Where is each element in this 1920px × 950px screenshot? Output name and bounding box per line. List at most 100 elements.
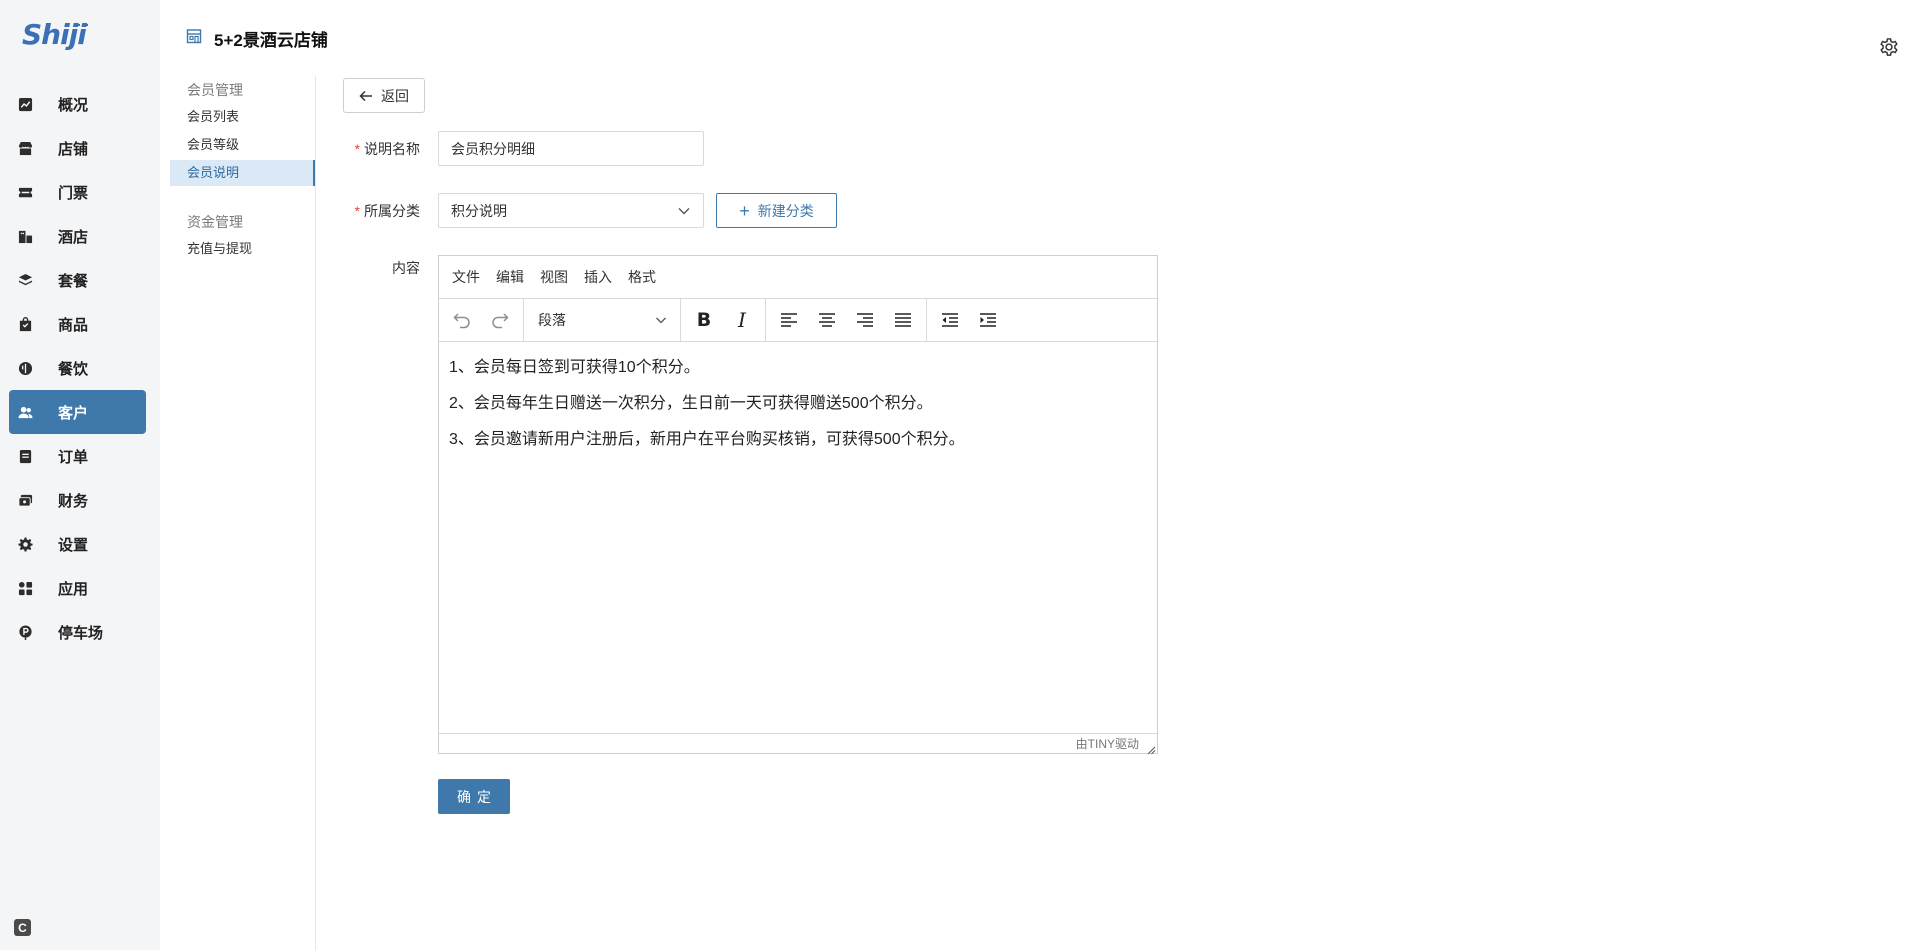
required-marker: * <box>354 203 360 219</box>
sidebar-item-label: 应用 <box>58 580 89 598</box>
submenu-group-funds: 资金管理 <box>187 214 243 230</box>
chevron-down-icon <box>656 317 666 324</box>
sidebar-item-orders[interactable]: 订单 <box>0 434 160 478</box>
app-root: Shiji 概况 店铺 门票 酒店 套餐 商品 餐饮 客户 订单 财务 设置 应… <box>0 0 1920 950</box>
align-left-button[interactable] <box>770 303 808 337</box>
content-paragraph: 1、会员每日签到可获得10个积分。 <box>449 359 700 376</box>
align-justify-button[interactable] <box>884 303 922 337</box>
submenu-item-recharge[interactable]: 充值与提现 <box>160 236 315 262</box>
sidebar-item-label: 门票 <box>58 184 89 202</box>
italic-icon: I <box>738 308 746 332</box>
back-button-label: 返回 <box>381 87 409 104</box>
align-justify-icon <box>895 313 911 327</box>
sidebar-item-label: 店铺 <box>58 140 89 158</box>
category-label-text: 所属分类 <box>364 203 420 219</box>
submenu-spacer <box>160 188 315 208</box>
back-button[interactable]: 返回 <box>343 78 425 113</box>
sidebar-item-label: 套餐 <box>58 272 89 290</box>
users-icon <box>16 403 34 421</box>
undo-button[interactable] <box>443 303 481 337</box>
outdent-button[interactable] <box>931 303 969 337</box>
submenu-group-member: 会员管理 <box>187 82 243 98</box>
sidebar-item-label: 概况 <box>58 96 89 114</box>
submenu-item-member-list[interactable]: 会员列表 <box>160 104 315 130</box>
sidebar-item-apps[interactable]: 应用 <box>0 566 160 610</box>
align-center-button[interactable] <box>808 303 846 337</box>
menu-edit[interactable]: 编辑 <box>488 267 532 287</box>
ticket-icon <box>16 183 34 201</box>
sidebar-item-label: 订单 <box>58 448 89 466</box>
sidebar-item-label: 客户 <box>58 404 89 422</box>
gear-icon <box>16 535 34 553</box>
menu-view[interactable]: 视图 <box>532 267 576 287</box>
redo-button[interactable] <box>481 303 519 337</box>
logo-text: Shiji <box>22 18 87 51</box>
menu-format[interactable]: 格式 <box>620 267 664 287</box>
sidebar-item-packages[interactable]: 套餐 <box>0 258 160 302</box>
plus-icon: + <box>739 200 750 221</box>
wallet-icon <box>16 491 34 509</box>
sidebar-item-label: 财务 <box>58 492 89 510</box>
history-group <box>439 298 524 342</box>
description-name-input[interactable] <box>438 131 704 166</box>
submenu-item-member-description[interactable]: 会员说明 <box>170 160 315 186</box>
indent-icon <box>980 313 996 327</box>
settings-gear-icon[interactable] <box>1878 36 1900 58</box>
sidebar-item-customers[interactable]: 客户 <box>9 390 146 434</box>
category-select-value: 积分说明 <box>451 202 507 219</box>
sidebar-item-products[interactable]: 商品 <box>0 302 160 346</box>
sidebar-item-hotel[interactable]: 酒店 <box>0 214 160 258</box>
shiji-logo[interactable]: Shiji <box>22 18 88 52</box>
required-marker: * <box>354 141 360 157</box>
collapse-badge[interactable]: C <box>14 919 31 936</box>
editor-menubar: 文件 编辑 视图 插入 格式 <box>439 256 1157 299</box>
sidebar-item-finance[interactable]: 财务 <box>0 478 160 522</box>
sidebar-item-settings[interactable]: 设置 <box>0 522 160 566</box>
chart-icon <box>16 95 34 113</box>
block-format-select[interactable]: 段落 <box>528 303 676 337</box>
align-right-icon <box>857 313 873 327</box>
parking-icon <box>16 623 34 641</box>
main-sidebar: Shiji 概况 店铺 门票 酒店 套餐 商品 餐饮 客户 订单 财务 设置 应… <box>0 0 160 950</box>
bold-button[interactable]: B <box>685 303 723 337</box>
italic-button[interactable]: I <box>723 303 761 337</box>
category-field-label: * 所属分类 <box>300 201 420 221</box>
resize-handle-icon[interactable] <box>1146 742 1156 755</box>
bag-icon <box>16 315 34 333</box>
chevron-down-icon <box>678 207 690 214</box>
outdent-icon <box>942 313 958 327</box>
name-field-label: * 说明名称 <box>300 139 420 159</box>
sidebar-item-store[interactable]: 店铺 <box>0 126 160 170</box>
hotel-icon <box>16 227 34 245</box>
dining-icon <box>16 359 34 377</box>
powered-by-tiny-link[interactable]: 由TINY驱动 <box>1076 735 1139 752</box>
page-header: 5+2景酒云店铺 <box>186 26 328 51</box>
sub-navigation: 会员管理 会员列表 会员等级 会员说明 资金管理 充值与提现 <box>160 76 316 950</box>
align-right-button[interactable] <box>846 303 884 337</box>
content-paragraph: 2、会员每年生日赠送一次积分，生日前一天可获得赠送500个积分。 <box>449 395 933 412</box>
arrow-left-icon <box>359 90 372 101</box>
editor-statusbar: 由TINY驱动 <box>439 733 1157 753</box>
main-nav: 概况 店铺 门票 酒店 套餐 商品 餐饮 客户 订单 财务 设置 应用 停车场 <box>0 82 160 654</box>
sidebar-item-tickets[interactable]: 门票 <box>0 170 160 214</box>
block-format-group: 段落 <box>524 298 681 342</box>
sidebar-item-label: 设置 <box>58 536 89 554</box>
page-title: 5+2景酒云店铺 <box>214 31 328 50</box>
sidebar-item-overview[interactable]: 概况 <box>0 82 160 126</box>
menu-file[interactable]: 文件 <box>444 267 488 287</box>
sidebar-item-parking[interactable]: 停车场 <box>0 610 160 654</box>
sidebar-item-dining[interactable]: 餐饮 <box>0 346 160 390</box>
bold-icon: B <box>696 309 712 331</box>
alignment-group <box>766 298 927 342</box>
sidebar-item-label: 商品 <box>58 316 89 334</box>
sidebar-item-label: 餐饮 <box>58 360 89 378</box>
new-category-button[interactable]: + 新建分类 <box>716 193 837 228</box>
category-select[interactable]: 积分说明 <box>438 193 704 228</box>
confirm-button[interactable]: 确定 <box>438 779 510 814</box>
editor-content-area[interactable]: 1、会员每日签到可获得10个积分。 2、会员每年生日赠送一次积分，生日前一天可获… <box>439 342 1157 732</box>
indent-button[interactable] <box>969 303 1007 337</box>
new-category-label: 新建分类 <box>757 202 814 219</box>
undo-icon <box>453 313 470 329</box>
submenu-item-member-level[interactable]: 会员等级 <box>160 132 315 158</box>
menu-insert[interactable]: 插入 <box>576 267 620 287</box>
